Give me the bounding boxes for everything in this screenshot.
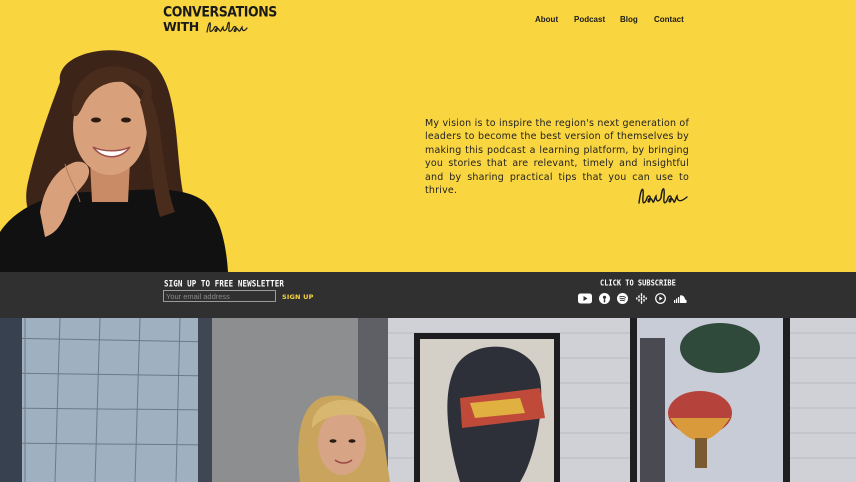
signature-icon [638, 188, 688, 204]
site-logo[interactable]: CONVERSATIONS WITH [163, 3, 277, 35]
host-portrait-image [0, 50, 228, 272]
nav-blog[interactable]: Blog [620, 15, 638, 24]
soundcloud-icon[interactable] [674, 291, 687, 309]
subscribe-title: CLICK TO SUBSCRIBE [600, 278, 676, 288]
logo-script-icon [206, 21, 248, 33]
google-podcasts-icon[interactable] [636, 291, 647, 309]
spotify-icon[interactable] [617, 291, 628, 309]
newsletter-signup-button[interactable]: SIGN UP [282, 293, 314, 301]
newsletter-email-input[interactable] [163, 290, 276, 302]
hero-section: CONVERSATIONS WITH About Podcast Blog Co… [0, 0, 856, 272]
nav-contact[interactable]: Contact [654, 15, 684, 24]
newsletter-bar [0, 272, 856, 318]
play-icon[interactable] [655, 291, 666, 309]
logo-line-1: CONVERSATIONS [163, 3, 277, 20]
newsletter-title: SIGN UP TO FREE NEWSLETTER [164, 278, 284, 289]
logo-line-2: WITH [163, 19, 199, 35]
studio-photo-image [0, 318, 856, 482]
youtube-icon[interactable] [578, 291, 592, 309]
nav-about[interactable]: About [535, 15, 558, 24]
nav-podcast[interactable]: Podcast [574, 15, 605, 24]
podcast-icon[interactable] [599, 291, 610, 309]
